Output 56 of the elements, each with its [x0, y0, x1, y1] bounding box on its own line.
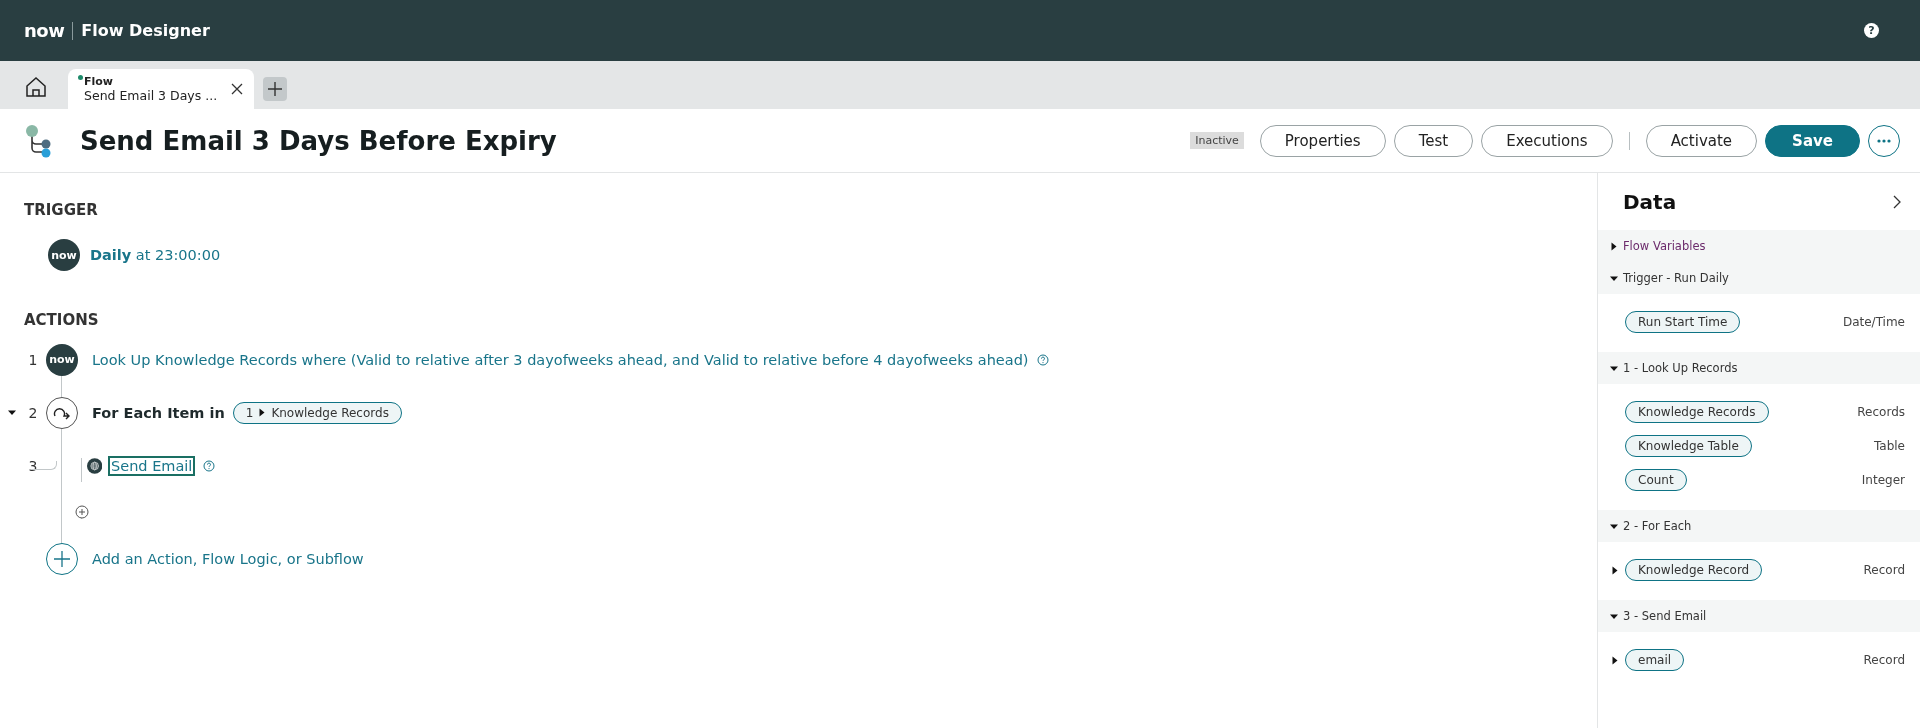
chevron-right-icon[interactable] — [1892, 194, 1902, 209]
flow-tab[interactable]: Flow Send Email 3 Days ... — [68, 69, 254, 109]
new-tab-button[interactable] — [263, 77, 287, 101]
action-button[interactable]: Test — [1393, 124, 1474, 157]
help-icon[interactable] — [203, 459, 216, 472]
panel-title: Data — [1623, 189, 1677, 214]
step-link[interactable]: Send Email — [110, 457, 194, 474]
data-pill[interactable]: Count — [1625, 469, 1687, 491]
action-button[interactable]: Executions — [1481, 124, 1613, 157]
group-label[interactable]: 1 - Look Up Records — [1623, 361, 1738, 375]
help-icon[interactable] — [1036, 353, 1049, 366]
company-logo[interactable]: now — [24, 20, 65, 41]
loop-icon — [46, 396, 78, 429]
data-type: Date/Time — [1842, 315, 1905, 329]
help-button[interactable]: ? — [1864, 23, 1879, 38]
step-number: 1 — [27, 351, 39, 368]
section-heading: TRIGGER — [24, 201, 99, 219]
group-label[interactable]: Flow Variables — [1623, 239, 1706, 253]
more-icon[interactable] — [1868, 124, 1900, 157]
add-step-icon[interactable] — [75, 505, 89, 519]
action-button[interactable]: Properties — [1259, 124, 1386, 157]
group-label[interactable]: 2 - For Each — [1623, 519, 1692, 533]
action-button[interactable]: Activate — [1645, 124, 1758, 157]
data-type: Record — [1863, 563, 1905, 577]
status-badge: Inactive — [1190, 132, 1244, 149]
flow-title: Send Email 3 Days Before Expiry — [80, 125, 557, 156]
section-heading: ACTIONS — [24, 311, 100, 329]
data-pill[interactable]: Knowledge Record — [1625, 559, 1763, 581]
collapsed-triangle-icon[interactable] — [1611, 565, 1619, 575]
app-title: Flow Designer — [81, 21, 210, 40]
plus-icon[interactable] — [268, 82, 282, 96]
data-type: Table — [1873, 439, 1905, 453]
data-pill[interactable]: Knowledge Records — [1625, 401, 1769, 423]
collapsed-triangle-icon[interactable] — [1610, 241, 1618, 251]
collapsed-triangle-icon[interactable] — [1611, 655, 1619, 665]
trigger-link[interactable]: Daily at 23:00:00 — [90, 247, 221, 263]
expanded-triangle-icon[interactable] — [8, 408, 16, 417]
data-type: Record — [1863, 653, 1905, 667]
step-link[interactable]: Look Up Knowledge Records where (Valid to relative after 3 dayofweeks ahead, and Valid to relative before 4 dayofweeks ahead) — [92, 351, 1029, 368]
collapsed-triangle-icon[interactable] — [258, 408, 267, 417]
close-icon[interactable] — [230, 82, 244, 96]
step-label: For Each Item in — [92, 404, 225, 421]
step-badge: now — [46, 343, 78, 376]
add-icon[interactable] — [46, 542, 78, 575]
data-pill[interactable]: Knowledge Table — [1625, 435, 1752, 457]
group-label[interactable]: 3 - Send Email — [1623, 609, 1707, 623]
data-pill[interactable]: email — [1625, 649, 1685, 671]
trigger-badge: now — [48, 239, 80, 271]
data-type: Integer — [1861, 473, 1905, 487]
data-pill[interactable]: 1 Knowledge Records — [232, 401, 402, 424]
group-label[interactable]: Trigger - Run Daily — [1623, 271, 1729, 285]
data-type: Records — [1857, 405, 1905, 419]
data-pill[interactable]: Run Start Time — [1625, 311, 1741, 333]
add-step-link[interactable]: Add an Action, Flow Logic, or Subflow — [92, 550, 364, 567]
step-number: 2 — [27, 404, 39, 421]
action-button[interactable]: Save — [1765, 124, 1860, 157]
